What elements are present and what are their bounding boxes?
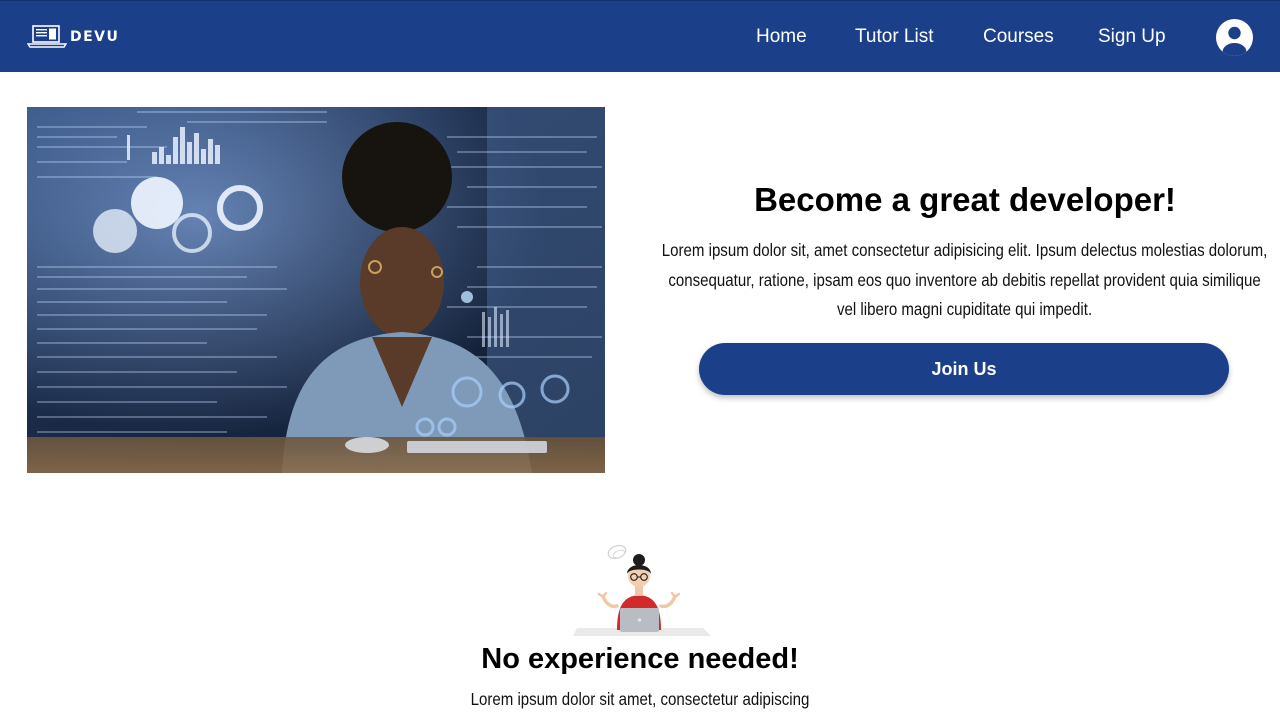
brand-name: DEVU <box>70 29 120 45</box>
hero-description: Lorem ipsum dolor sit, amet consectetur … <box>662 236 1268 325</box>
hero-title: Become a great developer! <box>754 181 1176 218</box>
developer-illustration <box>573 544 711 636</box>
navbar: DEVU Home Tutor List Courses Sign Up <box>0 0 1280 72</box>
section-title: No experience needed! <box>481 643 799 675</box>
laptop-icon <box>27 25 67 48</box>
brand-logo[interactable]: DEVU <box>27 24 119 50</box>
hero-developer-image <box>27 107 605 473</box>
nav-home-link[interactable]: Home <box>756 25 807 49</box>
nav-tutor-list-link[interactable]: Tutor List <box>855 25 934 49</box>
section-description: Lorem ipsum dolor sit amet, consectetur … <box>470 689 810 709</box>
user-circle-icon[interactable] <box>1216 19 1253 56</box>
join-us-button[interactable]: Join Us <box>699 343 1229 395</box>
nav-courses-link[interactable]: Courses <box>983 25 1054 49</box>
hero-description-text: Lorem ipsum dolor sit, amet consectetur … <box>661 240 1268 319</box>
nav-sign-up-link[interactable]: Sign Up <box>1098 25 1166 49</box>
